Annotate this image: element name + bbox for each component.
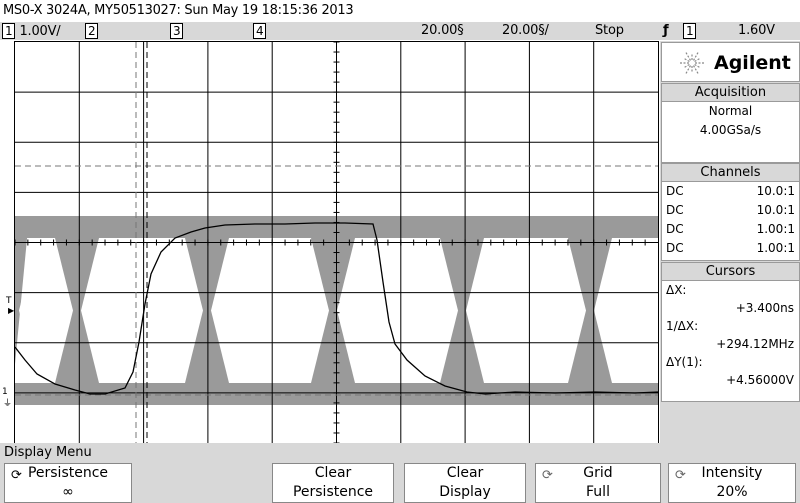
channel-probe: 10.0:1	[756, 203, 795, 217]
channel-probe: 1.00:1	[756, 241, 795, 255]
ch4-status[interactable]: 4	[253, 23, 270, 39]
trigger-edge-icon: ƒ	[663, 23, 669, 38]
rotate-knob-icon: ⟳	[11, 468, 22, 483]
grid-softkey[interactable]: ⟳ Grid Full	[535, 463, 661, 503]
channel-coupling: DC	[666, 241, 684, 255]
channel-coupling: DC	[666, 203, 684, 217]
channel-row: DC 1.00:1	[662, 239, 799, 258]
intensity-softkey[interactable]: ⟳ Intensity 20%	[668, 463, 796, 503]
delay-value[interactable]: 20.00§/	[502, 23, 549, 38]
channels-section[interactable]: Channels DC 10.0:1 DC 10.0:1 DC 1.00:1 DC 1.00:…	[661, 163, 800, 261]
cursors-title: Cursors	[662, 263, 799, 281]
waveform-svg	[15, 42, 658, 443]
eye-opening	[81, 238, 203, 383]
ground-icon: ⏚	[3, 399, 13, 409]
ch1-label: 1	[2, 23, 16, 39]
dy-value: +4.56000V	[726, 373, 794, 387]
channel-row: DC 10.0:1	[662, 201, 799, 220]
trigger-source[interactable]: 1	[683, 23, 700, 39]
status-bar: 1 1.00V/ 2 3 4 20.00§ 20.00§/ Stop ƒ 1 1.…	[0, 22, 800, 40]
info-panel: Agilent Acquisition Normal 4.00GSa/s Cha…	[660, 41, 800, 443]
ch1-status[interactable]: 1 1.00V/	[2, 23, 61, 39]
ch1-scale: 1.00V/	[19, 24, 61, 39]
ch2-status[interactable]: 2	[85, 23, 102, 39]
softkey-menu: Display Menu ⟳ Persistence ∞ Clear Persi…	[0, 443, 800, 503]
ch4-label: 4	[253, 23, 267, 39]
menu-title: Display Menu	[4, 445, 92, 460]
acquisition-title: Acquisition	[662, 84, 799, 102]
dy-label: ΔY(1):	[666, 355, 703, 369]
channel-row: DC 10.0:1	[662, 182, 799, 201]
eye-opening	[337, 238, 458, 383]
timebase-value[interactable]: 20.00§	[421, 23, 464, 38]
ch3-label: 3	[170, 23, 184, 39]
eye-opening	[211, 238, 329, 383]
trigger-arrow-icon: ▶	[8, 306, 15, 315]
trigger-level-marker: T	[6, 296, 12, 306]
channel-coupling: DC	[666, 184, 684, 198]
brand-logo: Agilent	[661, 42, 800, 82]
acquisition-section[interactable]: Acquisition Normal 4.00GSa/s	[661, 83, 800, 163]
rotate-knob-icon: ⟳	[542, 468, 553, 483]
clear-display-softkey[interactable]: Clear Display	[404, 463, 526, 503]
brand-name: Agilent	[714, 52, 791, 74]
rotate-knob-icon: ⟳	[675, 468, 686, 483]
channels-title: Channels	[662, 164, 799, 182]
persistence-softkey[interactable]: ⟳ Persistence ∞	[4, 463, 132, 503]
trigger-level[interactable]: 1.60V	[738, 23, 775, 38]
acquisition-mode: Normal	[708, 104, 753, 118]
agilent-spark-icon	[679, 51, 705, 75]
dx-value: +3.400ns	[735, 301, 794, 315]
channel-probe: 10.0:1	[756, 184, 795, 198]
dx-label: ΔX:	[666, 283, 687, 297]
clear-persistence-softkey[interactable]: Clear Persistence	[272, 463, 394, 503]
ch3-status[interactable]: 3	[170, 23, 187, 39]
channel-probe: 1.00:1	[756, 222, 795, 236]
eye-opening	[466, 238, 586, 383]
waveform-display[interactable]	[14, 41, 659, 444]
inv-dx-label: 1/ΔX:	[666, 319, 699, 333]
title-bar: MS0-X 3024A, MY50513027: Sun May 19 18:1…	[0, 0, 800, 22]
cursors-section[interactable]: Cursors ΔX: +3.400ns 1/ΔX: +294.12MHz ΔY…	[661, 262, 800, 402]
window-title: MS0-X 3024A, MY50513027: Sun May 19 18:1…	[3, 3, 354, 18]
run-state: Stop	[595, 23, 624, 38]
sample-rate: 4.00GSa/s	[699, 123, 762, 137]
channel-row: DC 1.00:1	[662, 220, 799, 239]
ch2-label: 2	[85, 23, 99, 39]
channel-coupling: DC	[666, 222, 684, 236]
inv-dx-value: +294.12MHz	[716, 337, 794, 351]
